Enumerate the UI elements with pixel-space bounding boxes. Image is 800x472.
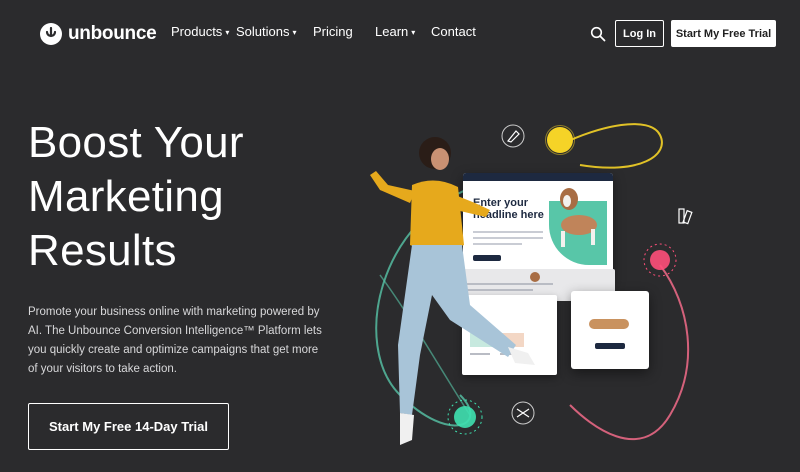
start-14-day-trial-button[interactable]: Start My Free 14-Day Trial	[28, 403, 229, 450]
hero-headline: Boost Your Marketing Results	[28, 116, 328, 278]
start-free-trial-button[interactable]: Start My Free Trial	[671, 20, 776, 47]
nav-item-label: Solutions	[236, 24, 290, 39]
popup-button	[595, 343, 625, 349]
nav-item-contact[interactable]: Contact	[431, 24, 476, 39]
chevron-down-icon: ▾	[411, 28, 416, 37]
unbounce-logo-icon	[40, 23, 62, 45]
headline-line: Marketing	[28, 172, 224, 221]
chevron-down-icon: ▾	[225, 28, 230, 37]
nav-item-pricing[interactable]: Pricing	[313, 24, 375, 39]
swatches-icon	[678, 208, 693, 225]
headline-line: Results	[28, 226, 177, 275]
jumping-woman-image	[370, 137, 535, 445]
popup-preview	[571, 291, 649, 369]
top-navigation: unbounce Products ▾ Solutions ▾ Pricing …	[0, 0, 800, 68]
login-button[interactable]: Log In	[615, 20, 664, 47]
logo-text: unbounce	[68, 23, 157, 44]
logo[interactable]: unbounce	[40, 21, 157, 47]
headline-line: Boost Your	[28, 118, 244, 167]
nav-item-label: Pricing	[313, 24, 353, 39]
nav-item-label: Products	[171, 24, 223, 39]
pink-burst-icon	[643, 243, 677, 277]
chevron-down-icon: ▾	[292, 28, 297, 37]
bone-image	[589, 319, 629, 329]
nav-item-learn[interactable]: Learn ▾	[375, 24, 431, 39]
nav-item-products[interactable]: Products ▾	[171, 24, 236, 39]
hero-illustration: Enter your headline here	[340, 95, 780, 472]
nav-item-label: Contact	[431, 24, 476, 39]
nav-item-label: Learn	[375, 24, 409, 39]
hero-description: Promote your business online with market…	[28, 306, 322, 375]
search-icon[interactable]	[590, 26, 606, 42]
main-menu: Products ▾ Solutions ▾ Pricing Learn ▾ C…	[171, 24, 476, 39]
nav-item-solutions[interactable]: Solutions ▾	[236, 24, 313, 39]
